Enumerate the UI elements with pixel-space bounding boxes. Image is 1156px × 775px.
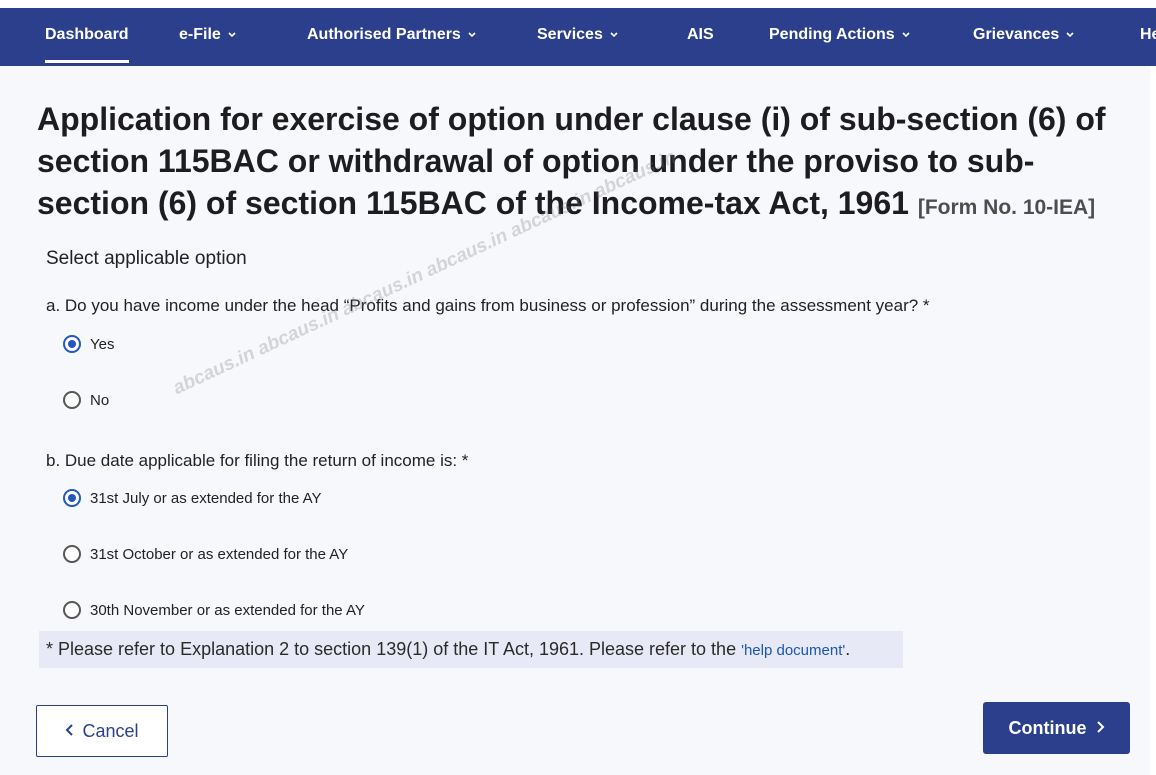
nav-help[interactable]: He [1140, 8, 1156, 66]
radio-checked-icon[interactable] [63, 335, 81, 353]
note-text: * Please refer to Explanation 2 to secti… [46, 639, 742, 659]
radio-checked-icon[interactable] [63, 489, 81, 507]
help-document-link[interactable]: 'help document' [741, 642, 845, 659]
right-edge-bar [1150, 66, 1156, 775]
nav-grievances[interactable]: Grievances [973, 8, 1075, 66]
radio-unchecked-icon[interactable] [63, 391, 81, 409]
note-suffix: . [845, 639, 851, 659]
nav-dashboard-label: Dashboard [45, 26, 129, 43]
chevron-down-icon [609, 8, 619, 62]
nav-grievances-label: Grievances [973, 26, 1060, 44]
radio-option-label: 30th November or as extended for the AY [90, 601, 365, 619]
nav-efile-label: e-File [179, 26, 221, 44]
nav-ais[interactable]: AIS [687, 8, 714, 66]
nav-pending-actions[interactable]: Pending Actions [769, 8, 911, 66]
chevron-down-icon [1065, 8, 1075, 62]
cancel-button-label: Cancel [82, 720, 139, 741]
nav-efile[interactable]: e-File [179, 8, 237, 66]
radio-option-label: 31st July or as extended for the AY [90, 489, 322, 507]
explanation-note: * Please refer to Explanation 2 to secti… [39, 631, 903, 668]
question-b-label: b. Due date applicable for filing the re… [46, 451, 469, 470]
nav-authorised-partners[interactable]: Authorised Partners [307, 8, 477, 66]
form-number: [Form No. 10-IEA] [917, 196, 1096, 219]
radio-option-label: Yes [90, 335, 115, 353]
top-strip [0, 0, 1156, 8]
continue-button-label: Continue [1008, 717, 1087, 738]
chevron-right-icon [1096, 718, 1105, 739]
radio-option-label: 31st October or as extended for the AY [90, 545, 349, 563]
nav-services[interactable]: Services [537, 8, 619, 66]
radio-unchecked-icon[interactable] [63, 545, 81, 563]
radio-option-yes[interactable]: Yes [63, 333, 114, 355]
nav-services-label: Services [537, 26, 603, 44]
chevron-down-icon [467, 8, 477, 62]
radio-option-31-october[interactable]: 31st October or as extended for the AY [63, 543, 348, 565]
nav-dashboard[interactable]: Dashboard [45, 8, 129, 66]
radio-unchecked-icon[interactable] [63, 601, 81, 619]
nav-ais-label: AIS [687, 26, 714, 43]
main-navbar: Dashboard e-File Authorised Partners Ser… [0, 8, 1156, 66]
radio-option-label: No [90, 391, 110, 409]
chevron-down-icon [227, 8, 237, 62]
radio-option-30-november[interactable]: 30th November or as extended for the AY [63, 599, 365, 621]
question-a-label: a. Do you have income under the head “Pr… [46, 296, 930, 315]
nav-authorised-partners-label: Authorised Partners [307, 26, 461, 44]
nav-pending-actions-label: Pending Actions [769, 26, 895, 44]
cancel-button[interactable]: Cancel [36, 705, 168, 757]
page-title: Application for exercise of option under… [37, 98, 1127, 229]
chevron-left-icon [65, 721, 74, 742]
radio-option-31-july[interactable]: 31st July or as extended for the AY [63, 487, 322, 509]
radio-option-no[interactable]: No [63, 389, 109, 411]
continue-button[interactable]: Continue [983, 702, 1130, 754]
chevron-down-icon [901, 8, 911, 62]
nav-help-label: He [1140, 26, 1156, 43]
select-option-label: Select applicable option [46, 248, 247, 269]
